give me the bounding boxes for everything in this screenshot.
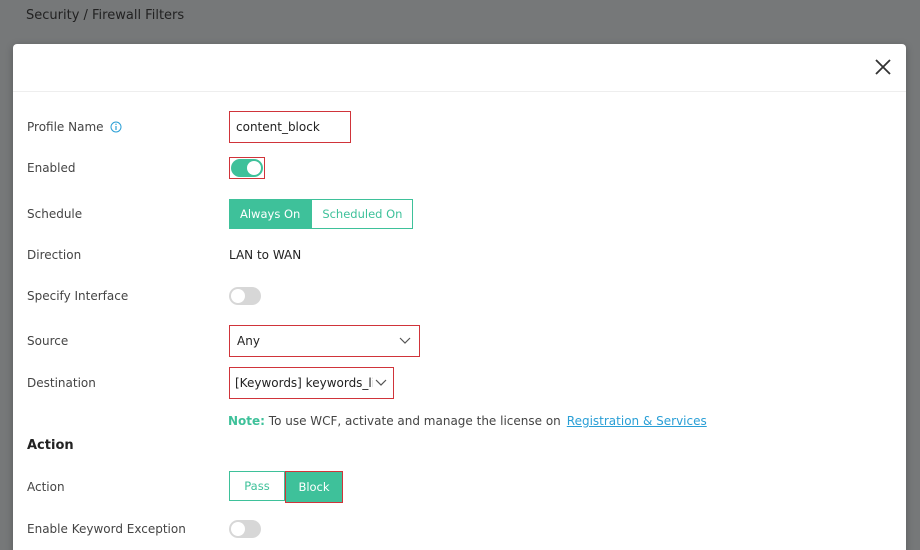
registration-services-link[interactable]: Registration & Services xyxy=(567,414,707,428)
direction-row: Direction LAN to WAN xyxy=(27,240,301,270)
specify-interface-toggle[interactable] xyxy=(229,287,261,305)
action-pass-button[interactable]: Pass xyxy=(229,471,285,501)
breadcrumb: Security / Firewall Filters xyxy=(26,8,185,23)
toggle-knob xyxy=(231,522,245,536)
destination-selected-value: [Keywords] keywords_list xyxy=(235,376,373,390)
toggle-knob xyxy=(231,289,245,303)
firewall-filter-modal: Profile Name Enabled Schedule Always On … xyxy=(13,44,906,550)
chevron-down-icon xyxy=(375,379,387,386)
schedule-label: Schedule xyxy=(27,207,83,221)
destination-label: Destination xyxy=(27,376,96,390)
destination-select[interactable]: [Keywords] keywords_list xyxy=(229,367,394,399)
direction-value: LAN to WAN xyxy=(229,248,302,262)
schedule-row: Schedule Always On Scheduled On xyxy=(27,199,414,229)
enabled-toggle[interactable] xyxy=(231,159,263,177)
source-select[interactable]: Any xyxy=(229,325,420,357)
source-row: Source Any xyxy=(27,325,420,357)
note-label: Note: xyxy=(228,414,265,428)
modal-header xyxy=(13,44,906,92)
action-label: Action xyxy=(27,480,65,494)
toggle-knob xyxy=(247,161,261,175)
action-block-button[interactable]: Block xyxy=(285,471,343,503)
schedule-segmented-control: Always On Scheduled On xyxy=(229,199,414,229)
keyword-exception-row: Enable Keyword Exception xyxy=(27,514,261,544)
enabled-label: Enabled xyxy=(27,161,76,175)
action-row: Action Pass Block xyxy=(27,471,343,503)
direction-label: Direction xyxy=(27,248,82,262)
schedule-always-on-button[interactable]: Always On xyxy=(229,199,312,229)
destination-row: Destination [Keywords] keywords_list xyxy=(27,367,394,399)
keyword-exception-toggle[interactable] xyxy=(229,520,261,538)
enabled-row: Enabled xyxy=(27,153,265,183)
profile-name-label: Profile Name xyxy=(27,120,229,134)
close-icon[interactable] xyxy=(874,58,892,76)
source-label: Source xyxy=(27,334,69,348)
info-icon[interactable] xyxy=(110,121,122,133)
note-text: To use WCF, activate and manage the lice… xyxy=(264,414,561,428)
source-selected-value: Any xyxy=(237,334,260,348)
wcf-license-note: Note: To use WCF, activate and manage th… xyxy=(228,414,707,428)
chevron-down-icon xyxy=(399,337,411,344)
profile-name-input[interactable] xyxy=(229,111,351,143)
schedule-scheduled-on-button[interactable]: Scheduled On xyxy=(311,199,414,229)
action-section-title: Action xyxy=(27,438,74,453)
specify-interface-label: Specify Interface xyxy=(27,289,129,303)
profile-name-row: Profile Name xyxy=(27,111,351,143)
enabled-toggle-wrapper xyxy=(229,157,265,179)
action-segmented-control: Pass Block xyxy=(229,471,343,503)
keyword-exception-label: Enable Keyword Exception xyxy=(27,522,186,536)
specify-interface-row: Specify Interface xyxy=(27,281,261,311)
